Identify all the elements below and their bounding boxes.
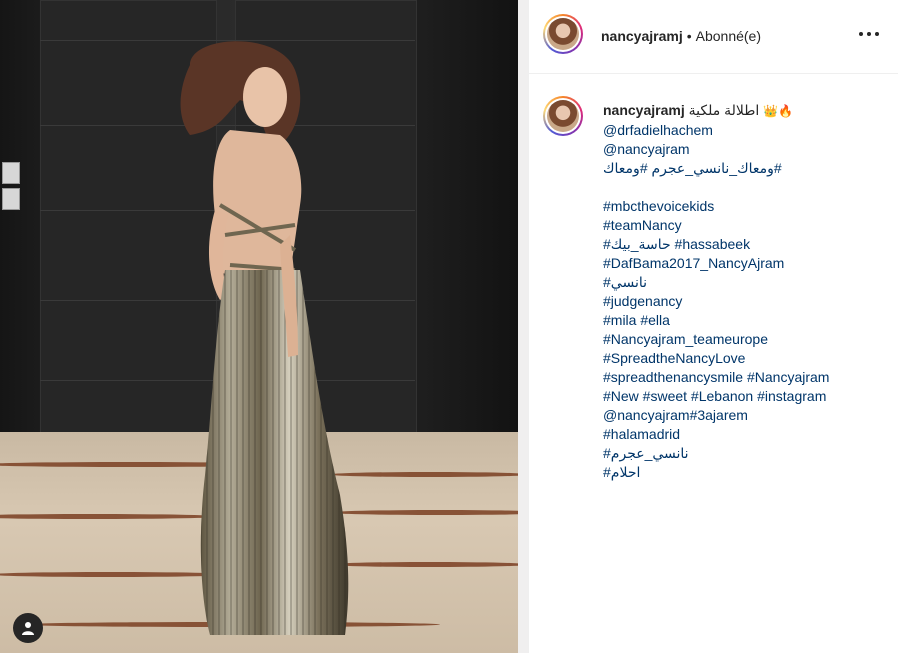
header-user-row: nancyajramj • Abonné(e) xyxy=(601,28,761,44)
avatar xyxy=(547,100,579,132)
hashtag-link[interactable]: #حاسة_بيك #hassabeek xyxy=(603,235,893,254)
hashtag-link[interactable]: #Nancyajram_teameurope xyxy=(603,330,893,349)
hashtag-link[interactable]: #mila #ella xyxy=(603,311,893,330)
post-photo[interactable] xyxy=(0,0,528,653)
caption-text: اطلالة ملكية xyxy=(688,102,760,118)
hashtag-link[interactable]: #New #sweet #Lebanon #instagram xyxy=(603,387,893,406)
post-viewer: nancyajramj • Abonné(e) nancyajramj اطلالة… xyxy=(0,0,898,653)
header-separator: • xyxy=(686,28,692,44)
post-side-panel: nancyajramj • Abonné(e) nancyajramj اطلالة… xyxy=(528,0,898,653)
caption-username[interactable]: nancyajramj xyxy=(603,102,685,118)
more-options-icon[interactable] xyxy=(859,24,879,44)
header-username[interactable]: nancyajramj xyxy=(601,28,683,44)
wall-switch xyxy=(2,188,20,210)
hashtag-link[interactable]: #نانسي xyxy=(603,273,893,292)
hashtag-link[interactable]: #DafBama2017_NancyAjram xyxy=(603,254,893,273)
hashtag-link[interactable]: #نانسي_عجرم xyxy=(603,444,893,463)
hashtag-link[interactable]: #spreadthenancysmile #Nancyajram xyxy=(603,368,893,387)
mention-link[interactable]: @nancyajram#3ajarem xyxy=(603,406,893,425)
hashtag-link[interactable]: #ومعاك_نانسي_عجرم #ومعاك xyxy=(603,159,893,178)
hashtag-link[interactable]: #احلام xyxy=(603,463,893,482)
mention-link[interactable]: @drfadielhachem xyxy=(603,121,893,140)
photo-edge xyxy=(518,0,528,653)
wall-switch xyxy=(2,162,20,184)
hashtag-link[interactable]: #mbcthevoicekids xyxy=(603,197,893,216)
follow-status[interactable]: Abonné(e) xyxy=(696,28,761,44)
hashtag-link[interactable]: #teamNancy xyxy=(603,216,893,235)
hashtag-link[interactable]: #judgenancy xyxy=(603,292,893,311)
post-caption: nancyajramj اطلالة ملكية 👑🔥 @drfadielhac… xyxy=(603,101,893,482)
caption-first-line: nancyajramj اطلالة ملكية 👑🔥 xyxy=(603,101,893,121)
mention-link[interactable]: @nancyajram xyxy=(603,140,893,159)
post-header: nancyajramj • Abonné(e) xyxy=(529,0,898,74)
avatar xyxy=(547,18,579,50)
caption-emojis: 👑🔥 xyxy=(763,104,794,118)
hashtag-link[interactable]: #halamadrid xyxy=(603,425,893,444)
tagged-users-button[interactable] xyxy=(13,613,43,643)
caption-avatar[interactable] xyxy=(543,96,583,136)
hashtag-link[interactable]: #SpreadtheNancyLove xyxy=(603,349,893,368)
story-ring-avatar[interactable] xyxy=(543,14,583,54)
woman-figure xyxy=(180,41,349,635)
user-tag-icon xyxy=(22,622,34,635)
